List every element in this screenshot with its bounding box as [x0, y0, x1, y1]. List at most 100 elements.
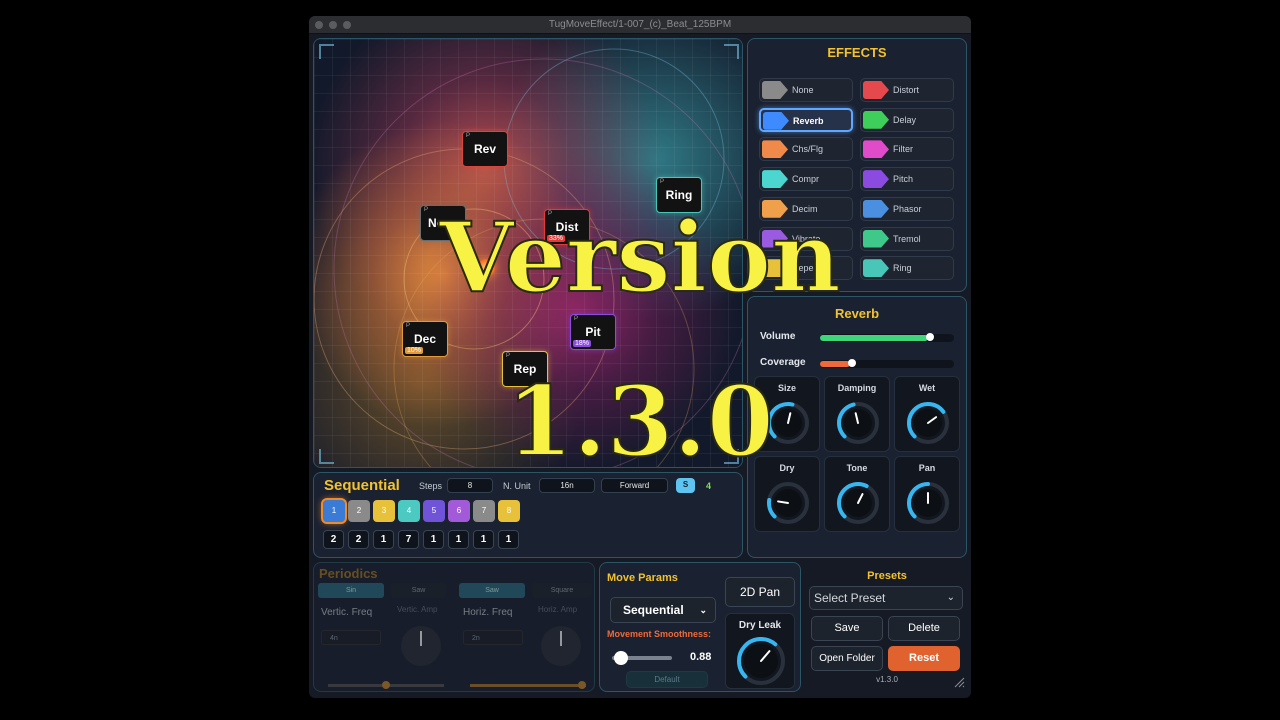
- effect-button-decim[interactable]: Decim: [759, 196, 853, 221]
- move-params-panel: Move Params Sequential ⌄ 2D Pan Movement…: [599, 562, 801, 692]
- step-button-2[interactable]: 2: [348, 500, 370, 522]
- coverage-slider[interactable]: [820, 359, 954, 368]
- pad-node-ring[interactable]: P Ring: [656, 177, 702, 213]
- effect-button-filter[interactable]: Filter: [860, 137, 954, 162]
- step-button-1[interactable]: 1: [321, 498, 347, 524]
- effect-color-tag: [762, 199, 788, 218]
- smoothness-value: 0.88: [690, 651, 712, 663]
- effect-button-distort[interactable]: Distort: [860, 78, 954, 102]
- effect-label: Repeat: [792, 263, 822, 274]
- node-marker: P: [574, 316, 579, 322]
- effect-button-delay[interactable]: Delay: [860, 107, 954, 132]
- step-button-5[interactable]: 5: [423, 500, 445, 522]
- step-button-6[interactable]: 6: [448, 500, 470, 522]
- effect-button-phasor[interactable]: Phasor: [860, 196, 954, 221]
- horizontal-freq-select[interactable]: 2n: [463, 630, 523, 645]
- effect-label: None: [792, 85, 814, 95]
- horizontal-amp-knob[interactable]: [538, 623, 584, 669]
- step-value-4[interactable]: 7: [398, 530, 419, 549]
- effect-button-repeat[interactable]: Repeat: [759, 256, 853, 281]
- presets-panel: Presets Select Preset ⌄ Save Delete Open…: [807, 562, 967, 692]
- effect-label: Tremol: [893, 233, 921, 244]
- pad-node-rev[interactable]: P Rev: [462, 131, 508, 167]
- vertical-amp-knob[interactable]: [398, 623, 444, 669]
- dry-leak-label: Dry Leak: [738, 620, 782, 631]
- knob-cell-damping: Damping: [824, 376, 890, 452]
- pad-node-dist[interactable]: P Dist 33%: [544, 209, 590, 245]
- effect-button-compr[interactable]: Compr: [759, 167, 853, 192]
- smoothness-handle[interactable]: [614, 651, 628, 665]
- effect-button-ring[interactable]: Ring: [860, 256, 954, 281]
- vertical-saw-button[interactable]: Saw: [391, 583, 446, 598]
- reset-button[interactable]: Reset: [888, 646, 960, 671]
- vertical-phase-handle[interactable]: [382, 681, 390, 689]
- step-button-7[interactable]: 7: [473, 500, 495, 522]
- pad-node-rep[interactable]: P Rep: [502, 351, 548, 387]
- open-folder-button[interactable]: Open Folder: [811, 646, 883, 671]
- effect-button-vibrato[interactable]: Vibrato: [759, 226, 853, 251]
- effect-button-none[interactable]: None: [759, 78, 853, 102]
- horizontal-square-button[interactable]: Square: [532, 583, 592, 598]
- move-mode-select[interactable]: Sequential ⌄: [610, 597, 716, 623]
- step-value-3[interactable]: 1: [373, 530, 394, 549]
- effect-button-chsflg[interactable]: Chs/Flg: [759, 137, 853, 162]
- note-unit-select[interactable]: 16n: [539, 478, 595, 493]
- step-button-4[interactable]: 4: [398, 500, 420, 522]
- vertical-sin-button[interactable]: Sin: [318, 583, 384, 598]
- dry-leak-knob[interactable]: [734, 634, 788, 688]
- pan-knob[interactable]: [904, 479, 952, 527]
- node-marker: P: [424, 207, 429, 213]
- step-value-6[interactable]: 1: [448, 530, 469, 549]
- vertical-phase-slider[interactable]: [328, 681, 444, 689]
- step-button-3[interactable]: 3: [373, 500, 395, 522]
- tone-knob[interactable]: [834, 479, 882, 527]
- effect-button-tremol[interactable]: Tremol: [860, 226, 954, 251]
- pad-cursor[interactable]: [477, 259, 495, 277]
- pad-node-pit[interactable]: P Pit 18%: [570, 314, 616, 350]
- delete-button[interactable]: Delete: [888, 616, 960, 641]
- save-button[interactable]: Save: [811, 616, 883, 641]
- preset-select[interactable]: Select Preset ⌄: [809, 586, 963, 610]
- effect-button-pitch[interactable]: Pitch: [860, 167, 954, 192]
- node-marker: P: [660, 179, 665, 185]
- reverb-title: Reverb: [834, 306, 880, 321]
- effect-button-reverb[interactable]: Reverb: [759, 107, 853, 132]
- horizontal-saw-button[interactable]: Saw: [459, 583, 525, 598]
- title-bar: TugMoveEffect/1-007_(c)_Beat_125BPM: [309, 16, 971, 34]
- knob-label: Wet: [918, 383, 936, 393]
- coverage-handle[interactable]: [848, 359, 856, 367]
- pad-node-dec[interactable]: P Dec 10%: [402, 321, 448, 357]
- preset-select-placeholder: Select Preset: [814, 591, 886, 605]
- step-value-1[interactable]: 2: [323, 530, 344, 549]
- step-value-5[interactable]: 1: [423, 530, 444, 549]
- knob-label: Tone: [846, 463, 868, 473]
- horizontal-phase-slider[interactable]: [470, 681, 586, 689]
- horizontal-phase-handle[interactable]: [578, 681, 586, 689]
- effect-color-tag: [762, 229, 788, 248]
- volume-handle[interactable]: [926, 333, 934, 341]
- wet-knob[interactable]: [904, 399, 952, 447]
- dry-knob[interactable]: [764, 479, 812, 527]
- vertical-freq-select[interactable]: 4n: [321, 630, 381, 645]
- move-params-title: Move Params: [607, 572, 678, 584]
- volume-slider[interactable]: [820, 333, 954, 342]
- pad-node-none[interactable]: P None: [420, 205, 466, 241]
- size-knob[interactable]: [764, 399, 812, 447]
- resize-grip-icon[interactable]: [953, 676, 965, 688]
- step-button-8[interactable]: 8: [498, 500, 520, 522]
- periodics-title: Periodics: [319, 566, 378, 581]
- knob-cell-dry: Dry: [754, 456, 820, 532]
- knob-label: Dry: [779, 463, 795, 473]
- s-button[interactable]: S: [676, 478, 695, 493]
- smoothness-slider[interactable]: [612, 651, 672, 665]
- sequencer-panel: Sequential Steps 8 N. Unit 16n Forward S…: [313, 472, 743, 558]
- 2d-pan-button[interactable]: 2D Pan: [725, 577, 795, 607]
- step-value-8[interactable]: 1: [498, 530, 519, 549]
- step-value-2[interactable]: 2: [348, 530, 369, 549]
- xy-pad[interactable]: P Rev P Ring P None P Dist 33% P Dec 10% P Pit 18% P Rep: [313, 38, 743, 468]
- default-button[interactable]: Default: [626, 671, 708, 688]
- steps-select[interactable]: 8: [447, 478, 493, 493]
- step-value-7[interactable]: 1: [473, 530, 494, 549]
- direction-select[interactable]: Forward: [601, 478, 668, 493]
- damping-knob[interactable]: [834, 399, 882, 447]
